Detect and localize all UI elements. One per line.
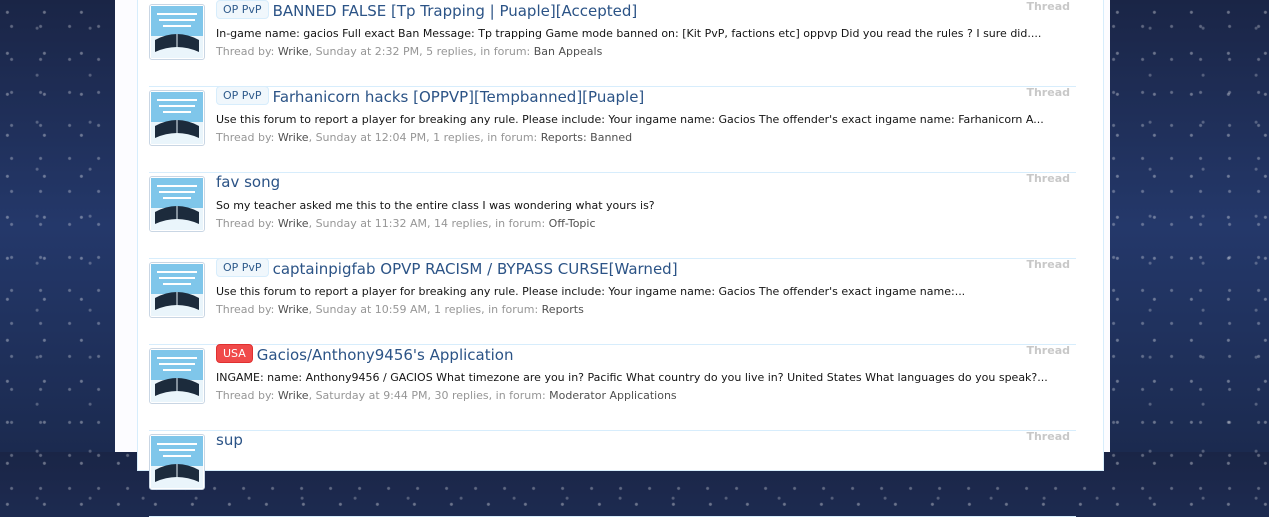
result-meta: Thread by: Wrike, Saturday at 9:44 PM, 3… <box>216 389 677 403</box>
starfield-background-left <box>0 0 115 452</box>
book-avatar-icon <box>151 264 203 316</box>
content-type-label: Thread <box>1026 86 1070 99</box>
result-meta: Thread by: Wrike, Sunday at 10:59 AM, 1 … <box>216 303 584 317</box>
meta-prefix: Thread by: <box>216 389 278 402</box>
search-result-item: fav song So my teacher asked me this to … <box>149 172 1076 259</box>
main-content: OP PvP BANNED FALSE [Tp Trapping | Puaple… <box>115 0 1110 517</box>
meta-date-replies: , Sunday at 11:32 AM, 14 replies, in for… <box>308 217 549 230</box>
search-result-item: OP PvP captainpigfab OPVP RACISM / BYPASS… <box>149 258 1076 345</box>
search-results-list: OP PvP BANNED FALSE [Tp Trapping | Puaple… <box>137 0 1104 517</box>
result-snippet: Use this forum to report a player for br… <box>216 285 966 298</box>
result-title-row: OP PvP BANNED FALSE [Tp Trapping | Puaple… <box>216 0 637 24</box>
search-result-item: OP PvP BANNED FALSE [Tp Trapping | Puaple… <box>149 0 1076 87</box>
content-type-label: Thread <box>1026 258 1070 271</box>
result-snippet: INGAME: name: Anthony9456 / GACIOS What … <box>216 371 1048 384</box>
book-avatar-icon <box>151 436 203 488</box>
meta-date-replies: , Saturday at 9:44 PM, 30 replies, in fo… <box>308 389 550 402</box>
avatar[interactable] <box>149 434 205 490</box>
avatar[interactable] <box>149 176 205 232</box>
book-avatar-icon <box>151 350 203 402</box>
forum-link[interactable]: Ban Appeals <box>534 45 603 58</box>
author-link[interactable]: Wrike <box>278 389 309 402</box>
thread-prefix-badge[interactable]: OP PvP <box>216 0 269 19</box>
author-link[interactable]: Wrike <box>278 131 309 144</box>
result-title-row: fav song <box>216 172 280 196</box>
result-meta: Thread by: Wrike, Sunday at 11:32 AM, 14… <box>216 217 596 231</box>
forum-link[interactable]: Reports: Banned <box>541 131 632 144</box>
author-link[interactable]: Wrike <box>278 303 309 316</box>
avatar[interactable] <box>149 4 205 60</box>
result-snippet: So my teacher asked me this to the entir… <box>216 199 655 212</box>
thread-prefix-badge[interactable]: OP PvP <box>216 258 269 277</box>
thread-title-link[interactable]: sup <box>216 431 243 449</box>
thread-title-link[interactable]: BANNED FALSE [Tp Trapping | Puaple][Acce… <box>273 2 638 20</box>
author-link[interactable]: Wrike <box>278 45 309 58</box>
avatar[interactable] <box>149 348 205 404</box>
result-meta: Thread by: Wrike, Sunday at 2:32 PM, 5 r… <box>216 45 602 59</box>
search-result-item: sup Thread <box>149 430 1076 517</box>
content-type-label: Thread <box>1026 430 1070 443</box>
result-meta: Thread by: Wrike, Sunday at 12:04 PM, 1 … <box>216 131 632 145</box>
forum-link[interactable]: Moderator Applications <box>549 389 677 402</box>
result-title-row: sup <box>216 430 243 454</box>
avatar[interactable] <box>149 90 205 146</box>
meta-prefix: Thread by: <box>216 131 278 144</box>
content-type-label: Thread <box>1026 0 1070 13</box>
meta-date-replies: , Sunday at 2:32 PM, 5 replies, in forum… <box>308 45 534 58</box>
meta-date-replies: , Sunday at 12:04 PM, 1 replies, in foru… <box>308 131 541 144</box>
thread-title-link[interactable]: Gacios/Anthony9456's Application <box>257 346 514 364</box>
content-type-label: Thread <box>1026 172 1070 185</box>
book-avatar-icon <box>151 92 203 144</box>
result-title-row: OP PvP captainpigfab OPVP RACISM / BYPASS… <box>216 258 678 282</box>
thread-title-link[interactable]: fav song <box>216 173 280 191</box>
result-snippet: In-game name: gacios Full exact Ban Mess… <box>216 27 1042 40</box>
meta-prefix: Thread by: <box>216 45 278 58</box>
forum-link[interactable]: Off-Topic <box>549 217 596 230</box>
result-title-row: USA Gacios/Anthony9456's Application <box>216 344 513 368</box>
starfield-background-right <box>1110 0 1269 452</box>
search-result-item: OP PvP Farhanicorn hacks [OPPVP][Tempbann… <box>149 86 1076 173</box>
thread-title-link[interactable]: captainpigfab OPVP RACISM / BYPASS CURSE… <box>273 260 678 278</box>
search-result-item: USA Gacios/Anthony9456's Application INGA… <box>149 344 1076 431</box>
avatar[interactable] <box>149 262 205 318</box>
result-snippet: Use this forum to report a player for br… <box>216 113 1044 126</box>
thread-prefix-badge[interactable]: OP PvP <box>216 86 269 105</box>
book-avatar-icon <box>151 178 203 230</box>
thread-prefix-badge[interactable]: USA <box>216 344 253 363</box>
thread-title-link[interactable]: Farhanicorn hacks [OPPVP][Tempbanned][Pu… <box>273 88 645 106</box>
book-avatar-icon <box>151 6 203 58</box>
meta-date-replies: , Sunday at 10:59 AM, 1 replies, in foru… <box>308 303 542 316</box>
result-title-row: OP PvP Farhanicorn hacks [OPPVP][Tempbann… <box>216 86 644 110</box>
meta-prefix: Thread by: <box>216 217 278 230</box>
meta-prefix: Thread by: <box>216 303 278 316</box>
forum-link[interactable]: Reports <box>542 303 584 316</box>
author-link[interactable]: Wrike <box>278 217 309 230</box>
content-type-label: Thread <box>1026 344 1070 357</box>
